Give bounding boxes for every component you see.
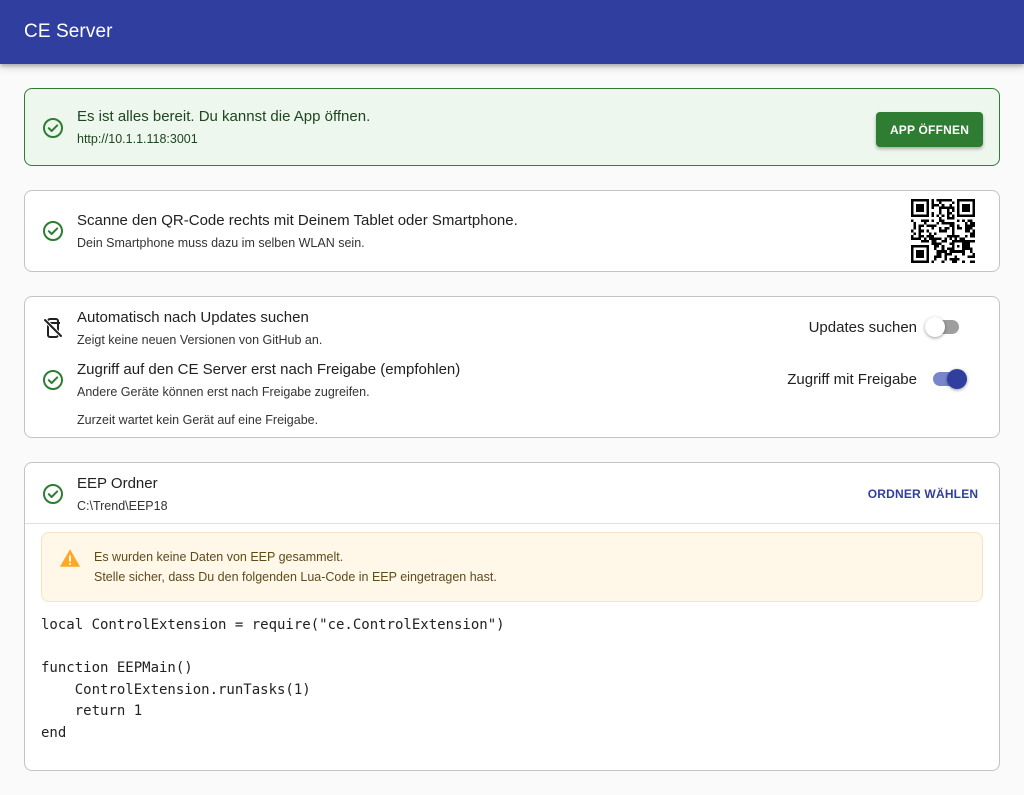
- auto-update-description: Zeigt keine neuen Versionen von GitHub a…: [77, 333, 323, 347]
- open-app-button[interactable]: APP ÖFFNEN: [876, 112, 983, 147]
- warning-line-1: Es wurden keine Daten von EEP gesammelt.: [94, 550, 344, 564]
- check-circle-icon: [41, 219, 65, 243]
- warning-icon: [59, 547, 81, 569]
- choose-folder-button[interactable]: ORDNER WÄHLEN: [863, 479, 983, 509]
- server-url: http://10.1.1.118:3001: [77, 132, 198, 146]
- app-title: CE Server: [24, 21, 113, 42]
- switch-thumb[interactable]: [947, 369, 967, 389]
- qr-instruction: Scanne den QR-Code rechts mit Deinem Tab…: [77, 212, 518, 229]
- warning-line-2: Stelle sicher, dass Du den folgenden Lua…: [94, 570, 497, 584]
- access-switch-label: Zugriff mit Freigabe: [787, 371, 917, 388]
- qr-card: Scanne den QR-Code rechts mit Deinem Tab…: [24, 190, 1000, 272]
- waiting-status: Zurzeit wartet kein Gerät auf eine Freig…: [77, 413, 319, 427]
- updates-switch[interactable]: [925, 315, 963, 339]
- switch-thumb[interactable]: [925, 317, 945, 337]
- eep-card: EEP Ordner C:\Trend\EEP18 ORDNER WÄHLEN …: [24, 462, 1000, 771]
- lua-code-block: local ControlExtension = require("ce.Con…: [41, 617, 505, 741]
- ready-message: Es ist alles bereit. Du kannst die App ö…: [77, 108, 371, 125]
- mobile-off-icon: [41, 316, 65, 340]
- no-data-warning: Es wurden keine Daten von EEP gesammelt.…: [41, 532, 983, 602]
- access-approval-description: Andere Geräte können erst nach Freigabe …: [77, 385, 370, 399]
- eep-folder-path: C:\Trend\EEP18: [77, 499, 168, 513]
- auto-update-title: Automatisch nach Updates suchen: [77, 309, 309, 326]
- settings-card: Automatisch nach Updates suchen Zeigt ke…: [24, 296, 1000, 438]
- updates-switch-label: Updates suchen: [808, 319, 917, 336]
- check-circle-icon: [41, 482, 65, 506]
- qr-hint: Dein Smartphone muss dazu im selben WLAN…: [77, 236, 365, 250]
- check-circle-icon: [41, 368, 65, 392]
- check-circle-icon: [41, 116, 65, 140]
- access-switch[interactable]: [929, 367, 967, 391]
- app-bar: CE Server: [0, 0, 1024, 64]
- qr-code: [911, 199, 975, 263]
- divider: [25, 523, 999, 524]
- eep-folder-title: EEP Ordner: [77, 475, 158, 492]
- access-approval-title: Zugriff auf den CE Server erst nach Frei…: [77, 361, 461, 378]
- ready-card: Es ist alles bereit. Du kannst die App ö…: [24, 88, 1000, 166]
